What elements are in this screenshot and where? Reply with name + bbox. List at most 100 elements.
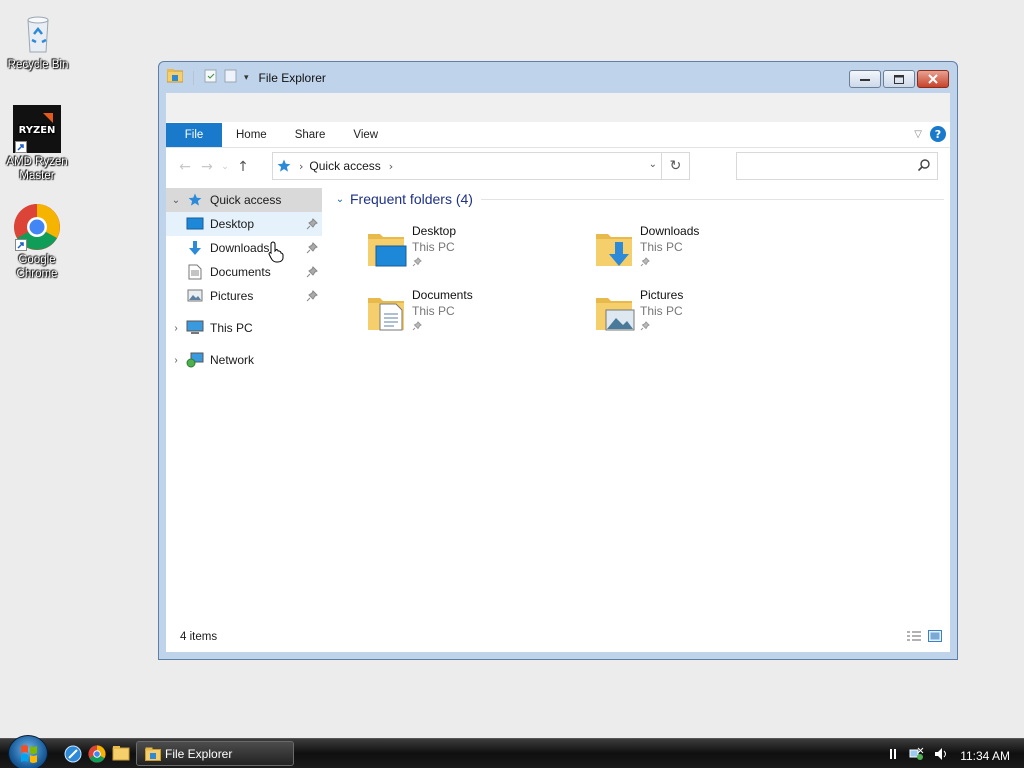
tray-overflow-icon[interactable]	[890, 747, 898, 764]
pin-icon	[412, 256, 456, 270]
nav-item-network[interactable]: › Network	[166, 348, 322, 372]
folder-tile-pictures[interactable]: Pictures This PC	[594, 284, 804, 340]
windows-logo-icon	[21, 745, 37, 763]
folder-tile-documents[interactable]: Documents This PC	[366, 284, 576, 340]
up-button[interactable]: ↑	[232, 156, 254, 178]
pin-icon	[306, 218, 318, 233]
recycle-bin-icon	[14, 8, 62, 56]
pin-icon	[306, 242, 318, 257]
quick-access-star-icon	[277, 159, 291, 172]
nav-item-label: Network	[210, 353, 255, 367]
nav-item-desktop[interactable]: Desktop	[166, 212, 322, 236]
file-explorer-quick-launch-icon[interactable]	[112, 745, 130, 766]
desktop-folder-icon	[366, 226, 410, 270]
downloads-folder-icon	[594, 226, 638, 270]
quick-access-toolbar: ▾	[166, 69, 249, 86]
tab-view[interactable]: View	[339, 123, 392, 147]
back-button[interactable]: ←	[174, 156, 196, 178]
nav-item-quick-access[interactable]: ⌄ Quick access	[166, 188, 322, 212]
tab-file[interactable]: File	[166, 122, 222, 147]
ribbon-tabs: File Home Share View ▽ ?	[166, 122, 950, 148]
breadcrumb-quick-access[interactable]: Quick access	[309, 159, 380, 173]
expand-ribbon-chevron-icon[interactable]: ▽	[914, 129, 922, 140]
taskbar-button-file-explorer[interactable]: File Explorer	[136, 741, 294, 766]
taskbar: File Explorer 11:34 AM	[0, 735, 1024, 768]
breadcrumb-separator-icon[interactable]: ›	[299, 160, 303, 173]
separator	[193, 70, 194, 85]
recent-locations-button[interactable]: ⌄	[218, 156, 232, 178]
content-pane: ⌄ Frequent folders (4) Desktop This PC D…	[332, 186, 950, 622]
network-icon	[186, 352, 204, 368]
window-title: File Explorer	[258, 70, 326, 85]
desktop-icon-amd-ryzen-master[interactable]: RYZEN AMD Ryzen Master	[0, 105, 74, 183]
details-view-icon[interactable]	[906, 630, 922, 645]
properties-icon[interactable]	[204, 69, 218, 86]
nav-item-label: Documents	[210, 265, 271, 279]
refresh-icon: ↻	[669, 158, 682, 174]
pictures-folder-icon	[594, 290, 638, 334]
nav-item-pictures[interactable]: Pictures	[166, 284, 322, 308]
browser-quick-launch-icon[interactable]	[64, 745, 82, 766]
pictures-icon	[186, 288, 204, 304]
volume-icon[interactable]	[934, 747, 950, 764]
folder-tile-downloads[interactable]: Downloads This PC	[594, 220, 804, 276]
title-bar[interactable]: ▾ File Explorer	[159, 62, 957, 93]
minimize-button[interactable]	[849, 70, 881, 88]
ribbon-right-controls: ▽ ?	[914, 126, 946, 142]
network-status-icon[interactable]	[908, 746, 924, 765]
desktop-icon-google-chrome[interactable]: Google Chrome	[0, 203, 74, 281]
maximize-button[interactable]	[883, 70, 915, 88]
close-icon	[928, 74, 938, 84]
collapsed-chevron-icon[interactable]: ›	[166, 355, 186, 366]
group-divider	[480, 198, 944, 200]
chevron-down-icon: ⌄	[221, 162, 229, 172]
search-input[interactable]	[737, 153, 907, 179]
system-tray: 11:34 AM	[890, 746, 1010, 765]
customize-toolbar-chevron-icon[interactable]: ▾	[244, 73, 249, 83]
chrome-icon	[13, 203, 61, 251]
breadcrumb-separator-icon[interactable]: ›	[389, 160, 393, 173]
desktop-icon-recycle-bin[interactable]: Recycle Bin	[1, 8, 75, 72]
address-bar[interactable]: › Quick access › ⌄ ↻	[272, 152, 690, 180]
ryzen-logo-text: RYZEN	[19, 125, 56, 136]
shortcut-arrow-icon	[15, 141, 27, 153]
tab-share[interactable]: Share	[281, 123, 340, 147]
nav-item-this-pc[interactable]: › This PC	[166, 316, 322, 340]
folder-location: This PC	[640, 304, 683, 318]
folder-name: Pictures	[640, 288, 684, 302]
help-icon[interactable]: ?	[930, 126, 946, 142]
search-box[interactable]	[736, 152, 938, 180]
expanded-chevron-icon[interactable]: ⌄	[166, 195, 186, 206]
large-icons-view-icon[interactable]	[928, 630, 942, 645]
nav-item-downloads[interactable]: Downloads	[166, 236, 322, 260]
clock[interactable]: 11:34 AM	[960, 749, 1010, 763]
group-collapse-chevron-icon[interactable]: ⌄	[332, 194, 348, 205]
forward-button[interactable]: →	[196, 156, 218, 178]
nav-item-label: Desktop	[210, 217, 255, 231]
computer-icon	[186, 320, 204, 336]
taskbar-button-label: File Explorer	[165, 746, 233, 761]
folder-location: This PC	[412, 304, 455, 318]
group-title: Frequent folders (4)	[350, 191, 473, 207]
collapsed-chevron-icon[interactable]: ›	[166, 323, 186, 334]
folder-tile-desktop[interactable]: Desktop This PC	[366, 220, 576, 276]
refresh-button[interactable]: ↻	[661, 153, 689, 179]
close-button[interactable]	[917, 70, 949, 88]
address-row: ← → ⌄ ↑ › Quick access › ⌄ ↻	[166, 148, 950, 186]
item-count: 4 items	[180, 631, 218, 643]
navigation-pane: ⌄ Quick access Desktop Downloads Documen…	[166, 186, 322, 622]
frequent-folders-header[interactable]: ⌄ Frequent folders (4)	[332, 186, 950, 212]
new-folder-icon[interactable]	[224, 69, 238, 86]
explorer-folder-icon[interactable]	[166, 69, 184, 86]
nav-item-documents[interactable]: Documents	[166, 260, 322, 284]
search-icon[interactable]	[917, 158, 931, 172]
chrome-quick-launch-icon[interactable]	[88, 745, 106, 766]
quick-launch	[64, 745, 130, 766]
tab-home[interactable]: Home	[222, 123, 281, 147]
start-button[interactable]	[8, 735, 48, 768]
nav-item-label: Pictures	[210, 289, 254, 303]
address-dropdown-icon[interactable]: ⌄	[649, 159, 657, 170]
back-arrow-icon: ←	[179, 159, 191, 175]
pin-icon	[640, 256, 699, 270]
folder-name: Downloads	[640, 224, 700, 238]
